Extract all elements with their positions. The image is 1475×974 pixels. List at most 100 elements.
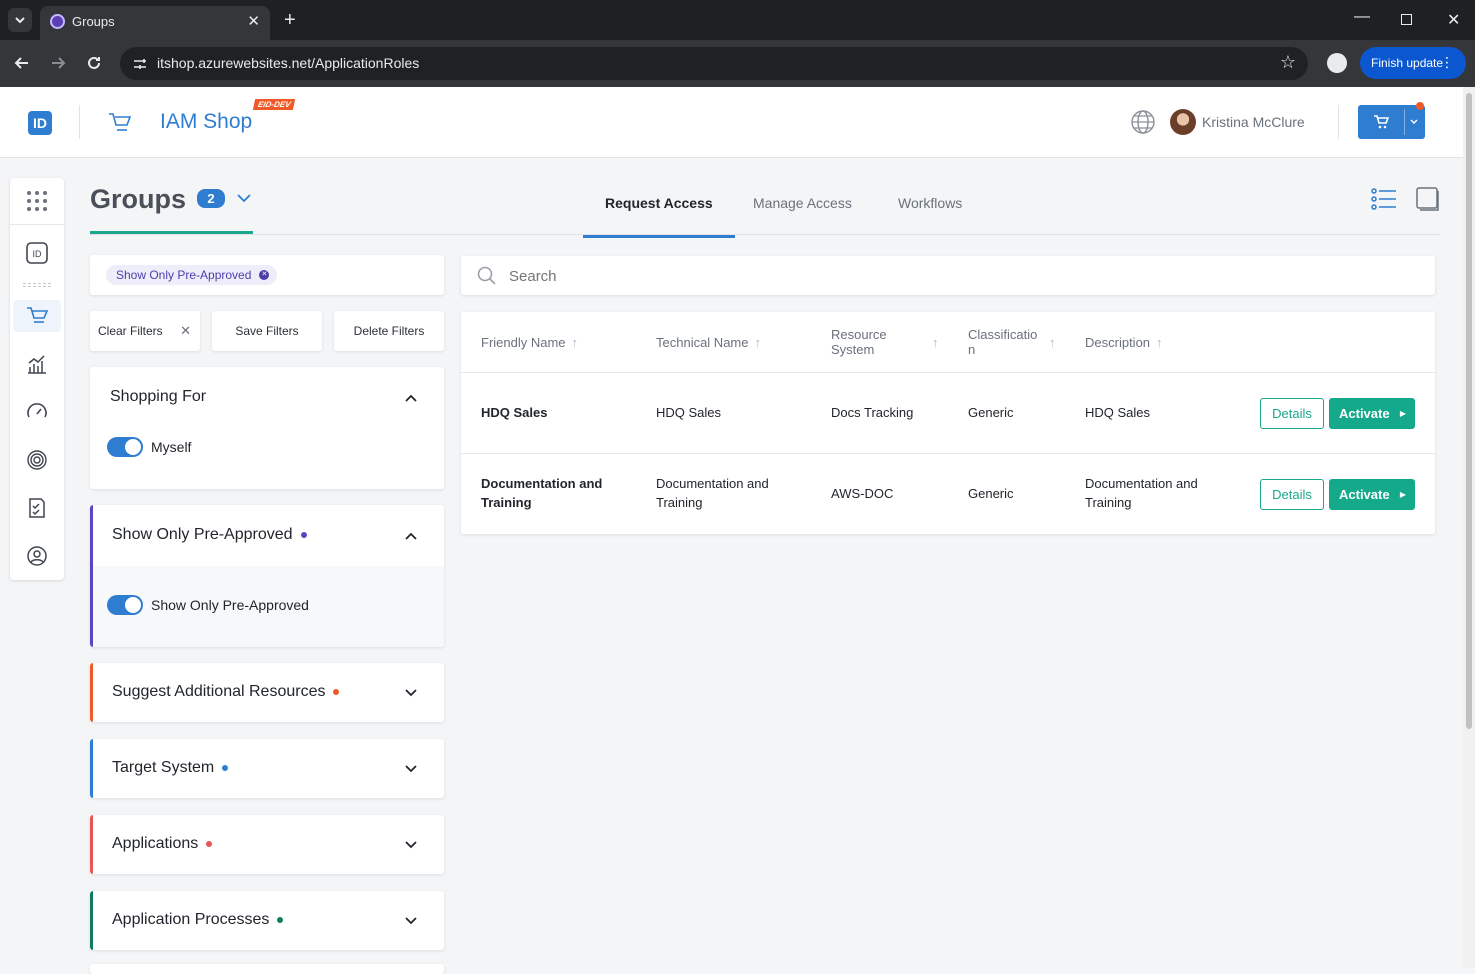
activate-button[interactable]: Activate ▶ <box>1329 479 1415 510</box>
cell-description: HDQ Sales <box>1085 405 1151 420</box>
next-filter-panel[interactable] <box>90 964 444 974</box>
fingerprint-icon[interactable] <box>26 449 48 471</box>
chevron-up-icon[interactable] <box>404 391 418 405</box>
chevron-down-icon[interactable] <box>404 914 418 928</box>
reload-icon[interactable] <box>85 54 103 72</box>
activate-button[interactable]: Activate ▶ <box>1329 398 1415 429</box>
dashboard-gauge-icon[interactable] <box>26 401 48 423</box>
sort-arrow-icon[interactable]: ↑ <box>755 335 762 350</box>
id-logo[interactable]: ID <box>28 111 52 135</box>
cart-button[interactable] <box>1358 102 1425 139</box>
user-name[interactable]: Kristina McClure <box>1202 114 1305 130</box>
finish-update-button[interactable]: Finish update ⋮ <box>1360 47 1466 79</box>
indicator-dot <box>300 531 307 538</box>
back-icon[interactable] <box>13 54 31 72</box>
cell-friendly-name[interactable]: HDQ Sales <box>481 403 547 422</box>
activate-label: Activate <box>1339 406 1390 421</box>
analytics-icon[interactable] <box>26 353 48 375</box>
chip-remove-icon[interactable]: ✕ <box>259 270 270 280</box>
suggest-resources-title[interactable]: Suggest Additional Resources <box>112 683 340 701</box>
new-tab-icon[interactable]: + <box>284 9 296 32</box>
window-close-icon[interactable]: ✕ <box>1447 10 1460 30</box>
more-menu-icon[interactable]: ⋮ <box>1440 54 1454 71</box>
search-icon <box>477 266 496 285</box>
myself-toggle[interactable] <box>107 437 143 457</box>
chevron-up-icon[interactable] <box>404 529 418 543</box>
pre-approved-title[interactable]: Show Only Pre-Approved <box>112 526 307 544</box>
tab-request-access[interactable]: Request Access <box>583 182 735 238</box>
active-filter-chip[interactable]: Show Only Pre-Approved ✕ <box>106 265 278 285</box>
card-view-icon[interactable] <box>1415 186 1441 212</box>
save-filters-button[interactable]: Save Filters <box>212 311 322 351</box>
page-title: Groups <box>90 184 187 214</box>
scrollbar-thumb[interactable] <box>1466 93 1472 729</box>
approvals-icon[interactable] <box>26 497 48 519</box>
user-settings-icon[interactable] <box>26 545 48 567</box>
rail-item-shop[interactable] <box>13 300 61 332</box>
chevron-down-icon[interactable] <box>1409 118 1419 126</box>
tab-manage-access[interactable]: Manage Access <box>753 195 852 211</box>
chevron-down-icon[interactable] <box>404 762 418 776</box>
tab-workflows[interactable]: Workflows <box>898 195 962 211</box>
chip-label: Show Only Pre-Approved <box>116 268 252 282</box>
sort-arrow-icon[interactable]: ↑ <box>572 335 579 350</box>
bookmark-star-icon[interactable]: ☆ <box>1280 52 1296 73</box>
tab-label: Request Access <box>605 195 713 211</box>
globe-icon[interactable] <box>1130 109 1156 135</box>
app-header: ID IAM Shop EID-DEV Kristina McClure <box>0 87 1463 158</box>
details-button[interactable]: Details <box>1260 398 1324 429</box>
applications-title[interactable]: Applications <box>112 835 213 853</box>
identity-icon[interactable]: ID <box>26 242 48 264</box>
tab-search-icon[interactable] <box>8 8 32 32</box>
indicator-dot <box>206 840 213 847</box>
application-processes-panel[interactable]: Application Processes <box>90 891 444 950</box>
site-info-icon[interactable] <box>132 56 148 72</box>
header-classification[interactable]: Classificatio n <box>968 327 1037 357</box>
header-friendly-name[interactable]: Friendly Name ↑ <box>481 335 578 350</box>
sort-arrow-icon[interactable]: ↑ <box>1049 335 1056 350</box>
pre-approved-toggle[interactable] <box>107 595 143 615</box>
delete-filters-button[interactable]: Delete Filters <box>334 311 444 351</box>
active-filters-panel: Show Only Pre-Approved ✕ <box>90 255 444 295</box>
close-tab-icon[interactable]: ✕ <box>247 12 260 30</box>
page-scrollbar[interactable] <box>1463 87 1475 968</box>
app-name[interactable]: IAM Shop <box>160 110 252 134</box>
header-description[interactable]: Description ↑ <box>1085 335 1163 350</box>
browser-tab-bar: Groups ✕ + — ✕ <box>0 0 1475 40</box>
table-header: Friendly Name ↑ Technical Name ↑ Resource S… <box>461 312 1435 373</box>
profile-icon[interactable] <box>1327 53 1347 73</box>
target-system-panel[interactable]: Target System <box>90 739 444 798</box>
chevron-down-icon[interactable] <box>404 686 418 700</box>
search-input[interactable] <box>509 264 1409 288</box>
maximize-icon[interactable] <box>1401 14 1412 25</box>
results-table: Friendly Name ↑ Technical Name ↑ Resource S… <box>461 312 1435 534</box>
chevron-down-icon[interactable] <box>404 838 418 852</box>
header-resource-system[interactable]: Resource System <box>831 327 887 357</box>
shopping-for-title[interactable]: Shopping For <box>110 388 206 406</box>
forward-icon[interactable] <box>49 54 67 72</box>
suggest-resources-panel[interactable]: Suggest Additional Resources <box>90 663 444 722</box>
tab-active-indicator <box>583 235 735 238</box>
applications-panel[interactable]: Applications <box>90 815 444 874</box>
pre-approved-toggle-label: Show Only Pre-Approved <box>151 597 309 613</box>
sort-arrow-icon[interactable]: ↑ <box>932 335 939 350</box>
clear-filters-button[interactable]: Clear Filters ✕ <box>90 311 200 351</box>
header-technical-name[interactable]: Technical Name ↑ <box>656 335 761 350</box>
avatar[interactable] <box>1170 109 1196 135</box>
minimize-icon[interactable]: — <box>1354 8 1370 26</box>
sort-arrow-icon[interactable]: ↑ <box>1156 335 1163 350</box>
pre-approved-panel: Show Only Pre-Approved Show Only Pre-App… <box>90 505 444 647</box>
header-divider-2 <box>1338 105 1339 139</box>
clear-icon: ✕ <box>180 323 191 338</box>
application-processes-title[interactable]: Application Processes <box>112 911 284 929</box>
cell-friendly-name[interactable]: Documentation and Training <box>481 474 602 512</box>
apps-grid-icon[interactable] <box>26 190 48 212</box>
cell-description: Documentation and Training <box>1085 476 1198 510</box>
browser-tab[interactable]: Groups ✕ <box>40 6 270 40</box>
target-system-title[interactable]: Target System <box>112 759 229 777</box>
title-chevron-down-icon[interactable] <box>236 192 252 204</box>
address-bar[interactable]: itshop.azurewebsites.net/ApplicationRole… <box>120 47 1308 80</box>
list-view-icon[interactable] <box>1371 188 1397 210</box>
details-button[interactable]: Details <box>1260 479 1324 510</box>
cart-notification-dot <box>1416 102 1424 110</box>
